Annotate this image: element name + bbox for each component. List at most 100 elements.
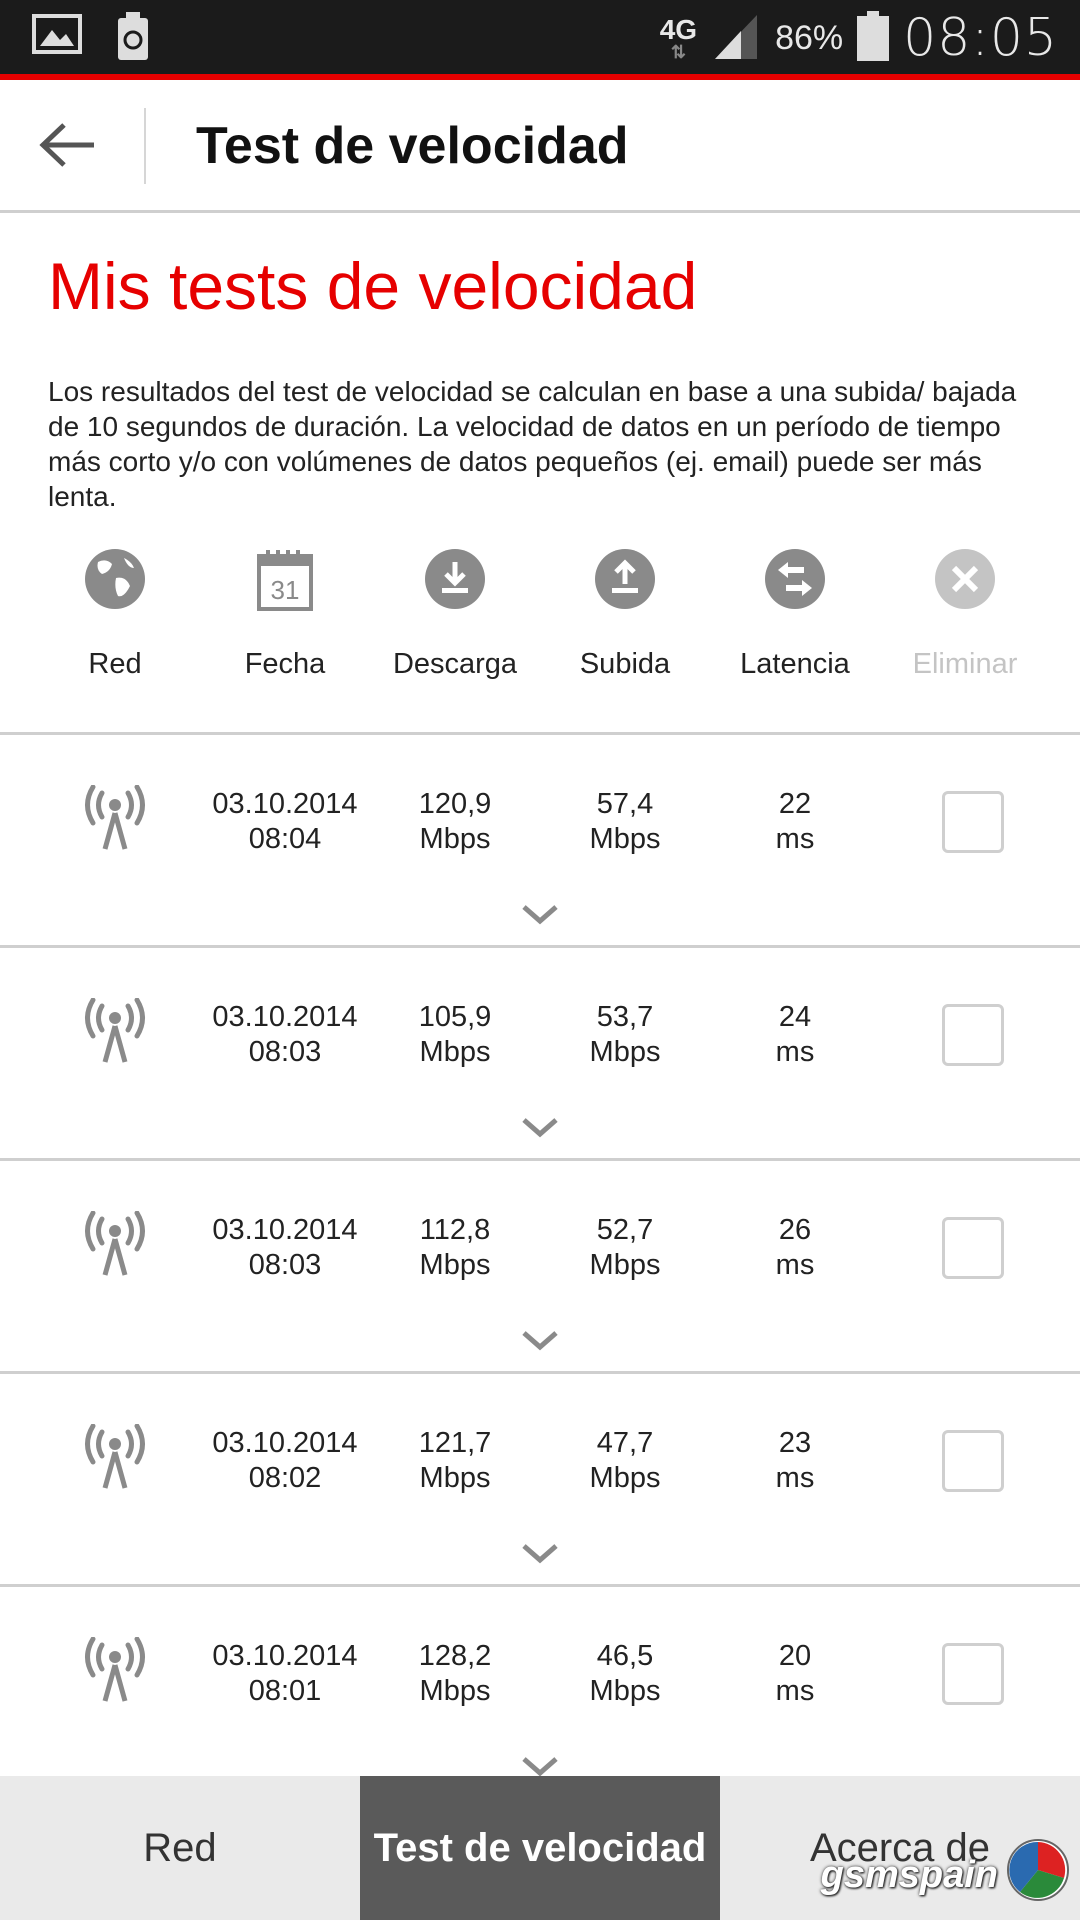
accent-line xyxy=(0,74,1080,80)
row-download-unit: Mbps xyxy=(419,823,491,855)
row-upload: 46,5 xyxy=(596,1640,654,1672)
svg-text:31: 31 xyxy=(271,575,300,605)
data-transfer-icon: ⇅ xyxy=(670,42,686,62)
arrow-left-icon xyxy=(38,122,96,173)
row-latency-unit: ms xyxy=(775,1462,815,1494)
row-date: 03.10.2014 xyxy=(212,1640,358,1672)
table-row[interactable]: 03.10.2014 08:01 128,2 Mbps 46,5 Mbps 20 ms xyxy=(0,1587,1080,1800)
delete-button[interactable]: Eliminar xyxy=(880,548,1050,681)
row-date: 03.10.2014 xyxy=(212,1427,358,1459)
delete-label: Eliminar xyxy=(912,648,1018,680)
row-date: 03.10.2014 xyxy=(212,1001,358,1033)
row-download: 112,8 xyxy=(419,1214,491,1246)
tab-speed-test[interactable]: Test de velocidad xyxy=(360,1776,720,1920)
table-row[interactable]: 03.10.2014 08:04 120,9 Mbps 57,4 Mbps 22 ms xyxy=(0,735,1080,948)
row-upload: 53,7 xyxy=(596,1001,654,1033)
row-download: 121,7 xyxy=(418,1427,492,1459)
section-heading: Mis tests de velocidad xyxy=(48,249,698,323)
row-time: 08:03 xyxy=(248,1036,322,1068)
row-time: 08:01 xyxy=(248,1675,322,1707)
row-latency-unit: ms xyxy=(775,823,815,855)
row-select-checkbox[interactable] xyxy=(942,791,1004,853)
row-download-unit: Mbps xyxy=(419,1249,491,1281)
globe-icon xyxy=(84,548,146,614)
column-network-label: Red xyxy=(88,648,142,680)
row-download-unit: Mbps xyxy=(419,1675,491,1707)
row-upload-unit: Mbps xyxy=(589,1675,661,1707)
row-time: 08:03 xyxy=(248,1249,322,1281)
signal-strength-icon xyxy=(711,11,761,66)
results-list: 03.10.2014 08:04 120,9 Mbps 57,4 Mbps 22 ms … xyxy=(0,735,1080,1800)
row-download: 120,9 xyxy=(418,788,492,820)
battery-icon xyxy=(857,10,890,66)
battery-percentage: 86% xyxy=(775,18,844,57)
column-network[interactable]: Red xyxy=(30,548,200,681)
row-upload: 52,7 xyxy=(596,1214,654,1246)
row-download: 128,2 xyxy=(418,1640,492,1672)
column-latency-label: Latencia xyxy=(740,648,850,680)
row-select-checkbox[interactable] xyxy=(942,1217,1004,1279)
watermark: gsmspain xyxy=(821,1838,1070,1912)
chevron-down-icon[interactable] xyxy=(520,1116,560,1145)
antenna-signal-icon xyxy=(78,997,152,1069)
column-download-label: Descarga xyxy=(392,648,518,680)
chevron-down-icon[interactable] xyxy=(520,903,560,932)
column-headers: Red 31 Fecha Descarga Subida Latencia El… xyxy=(0,548,1080,688)
chevron-down-icon[interactable] xyxy=(520,1542,560,1571)
row-upload: 57,4 xyxy=(596,788,654,820)
row-download-unit: Mbps xyxy=(419,1036,491,1068)
row-time: 08:04 xyxy=(248,823,322,855)
upload-icon xyxy=(594,548,656,614)
table-row[interactable]: 03.10.2014 08:03 112,8 Mbps 52,7 Mbps 26 ms xyxy=(0,1161,1080,1374)
row-download: 105,9 xyxy=(418,1001,492,1033)
antenna-signal-icon xyxy=(78,784,152,856)
network-type-indicator: 4G ⇅ xyxy=(659,14,698,62)
row-upload: 47,7 xyxy=(596,1427,654,1459)
table-row[interactable]: 03.10.2014 08:03 105,9 Mbps 53,7 Mbps 24 ms xyxy=(0,948,1080,1161)
watermark-logo-icon xyxy=(1006,1838,1070,1912)
calendar-icon: 31 xyxy=(256,548,314,614)
tab-network[interactable]: Red xyxy=(0,1776,360,1920)
row-select-checkbox[interactable] xyxy=(942,1643,1004,1705)
column-upload-label: Subida xyxy=(579,648,671,680)
antenna-signal-icon xyxy=(78,1210,152,1282)
row-upload-unit: Mbps xyxy=(589,1249,661,1281)
row-latency: 22 xyxy=(778,788,812,820)
antenna-signal-icon xyxy=(78,1636,152,1708)
row-upload-unit: Mbps xyxy=(589,1036,661,1068)
row-select-checkbox[interactable] xyxy=(942,1004,1004,1066)
bottom-navigation: Red Test de velocidad Acerca de gsmspain xyxy=(0,1776,1080,1920)
row-latency-unit: ms xyxy=(775,1249,815,1281)
row-latency: 26 xyxy=(778,1214,812,1246)
row-upload-unit: Mbps xyxy=(589,1462,661,1494)
row-date: 03.10.2014 xyxy=(212,788,358,820)
close-circle-icon xyxy=(934,548,996,614)
row-latency: 23 xyxy=(778,1427,812,1459)
chevron-down-icon[interactable] xyxy=(520,1329,560,1358)
page-title: Test de velocidad xyxy=(196,117,629,175)
column-latency[interactable]: Latencia xyxy=(710,548,880,681)
description-text: Los resultados del test de velocidad se … xyxy=(48,376,1017,512)
column-date-label: Fecha xyxy=(244,648,326,680)
watermark-text: gsmspain xyxy=(820,1853,998,1896)
row-select-checkbox[interactable] xyxy=(942,1430,1004,1492)
download-icon xyxy=(424,548,486,614)
row-latency: 24 xyxy=(778,1001,812,1033)
row-date: 03.10.2014 xyxy=(212,1214,358,1246)
column-upload[interactable]: Subida xyxy=(540,548,710,681)
row-download-unit: Mbps xyxy=(419,1462,491,1494)
back-button[interactable] xyxy=(30,110,104,184)
transfer-arrows-icon xyxy=(764,548,826,614)
recycle-notification-icon xyxy=(116,12,150,65)
app-bar-divider xyxy=(144,108,146,184)
row-upload-unit: Mbps xyxy=(589,823,661,855)
column-date[interactable]: 31 Fecha xyxy=(200,548,370,681)
antenna-signal-icon xyxy=(78,1423,152,1495)
row-latency-unit: ms xyxy=(775,1036,815,1068)
table-row[interactable]: 03.10.2014 08:02 121,7 Mbps 47,7 Mbps 23 ms xyxy=(0,1374,1080,1587)
gallery-notification-icon xyxy=(32,12,82,65)
status-bar: 4G ⇅ 86% 08:05 xyxy=(0,0,1080,80)
clock: 08:05 xyxy=(903,8,1058,68)
app-bar: Test de velocidad xyxy=(0,82,1080,213)
column-download[interactable]: Descarga xyxy=(370,548,540,681)
